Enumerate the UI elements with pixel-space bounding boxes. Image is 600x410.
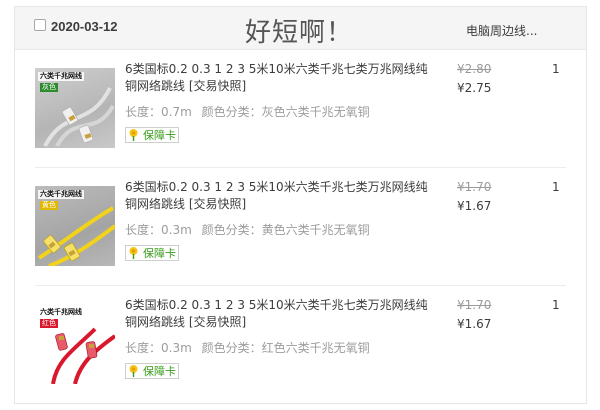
quantity: 1 (552, 180, 560, 194)
thumb-label: 六类千兆网线 (38, 308, 84, 317)
order-header: 2020-03-12 好短啊！ 电脑周边线... (15, 7, 586, 50)
thumb-label: 六类千兆网线 (38, 190, 84, 199)
thumb-color-tag: 红色 (40, 319, 58, 328)
product-spec: 长度：0.3m 颜色分类：红色六类千兆无氧铜 (125, 339, 376, 356)
select-order-checkbox[interactable] (34, 19, 46, 31)
order-date: 2020-03-12 (51, 19, 118, 34)
original-price: ¥2.80 (457, 62, 492, 76)
badge-label: 保障卡 (143, 247, 176, 260)
guarantee-flower-icon (129, 365, 138, 377)
product-title-link[interactable]: 6类国标0.2 0.3 1 2 3 5米10米六类千兆七类万兆网线纯铜网络跳线 … (125, 61, 435, 95)
shop-name-link[interactable]: 好短啊！ (245, 12, 353, 49)
product-title-link[interactable]: 6类国标0.2 0.3 1 2 3 5米10米六类千兆七类万兆网线纯铜网络跳线 … (125, 297, 435, 331)
product-thumbnail[interactable]: 六类千兆网线 灰色 (35, 68, 115, 148)
actual-price: ¥2.75 (457, 81, 492, 95)
spec-length: 长度：0.3m (125, 341, 192, 355)
guarantee-card-badge[interactable]: 保障卡 (125, 127, 179, 143)
product-spec: 长度：0.7m 颜色分类：灰色六类千兆无氧铜 (125, 103, 376, 120)
product-thumbnail[interactable]: 六类千兆网线 红色 (35, 304, 115, 384)
thumb-color-tag: 黄色 (40, 201, 58, 210)
quantity: 1 (552, 298, 560, 312)
original-price: ¥1.70 (457, 180, 492, 194)
actual-price: ¥1.67 (457, 199, 492, 213)
guarantee-card-badge[interactable]: 保障卡 (125, 245, 179, 261)
thumb-label: 六类千兆网线 (38, 72, 84, 81)
original-price: ¥1.70 (457, 298, 492, 312)
spec-length: 长度：0.3m (125, 223, 192, 237)
guarantee-flower-icon (129, 247, 138, 259)
product-spec: 长度：0.3m 颜色分类：黄色六类千兆无氧铜 (125, 221, 376, 238)
spec-color: 颜色分类：灰色六类千兆无氧铜 (201, 105, 370, 119)
order-card: 2020-03-12 好短啊！ 电脑周边线... 六类千兆网线 灰色 6类国标0… (14, 6, 587, 404)
shop-category-link[interactable]: 电脑周边线... (466, 22, 537, 39)
spec-length: 长度：0.7m (125, 105, 192, 119)
guarantee-flower-icon (129, 129, 138, 141)
spec-color: 颜色分类：红色六类千兆无氧铜 (201, 341, 370, 355)
order-item: 六类千兆网线 黄色 6类国标0.2 0.3 1 2 3 5米10米六类千兆七类万… (15, 168, 586, 286)
guarantee-card-badge[interactable]: 保障卡 (125, 363, 179, 379)
actual-price: ¥1.67 (457, 317, 492, 331)
product-title-link[interactable]: 6类国标0.2 0.3 1 2 3 5米10米六类千兆七类万兆网线纯铜网络跳线 … (125, 179, 435, 213)
badge-label: 保障卡 (143, 129, 176, 142)
order-item: 六类千兆网线 灰色 6类国标0.2 0.3 1 2 3 5米10米六类千兆七类万… (15, 50, 586, 168)
spec-color: 颜色分类：黄色六类千兆无氧铜 (201, 223, 370, 237)
thumb-color-tag: 灰色 (40, 83, 58, 92)
product-thumbnail[interactable]: 六类千兆网线 黄色 (35, 186, 115, 266)
quantity: 1 (552, 62, 560, 76)
order-item: 六类千兆网线 红色 6类国标0.2 0.3 1 2 3 5米10米六类千兆七类万… (15, 286, 586, 404)
badge-label: 保障卡 (143, 365, 176, 378)
